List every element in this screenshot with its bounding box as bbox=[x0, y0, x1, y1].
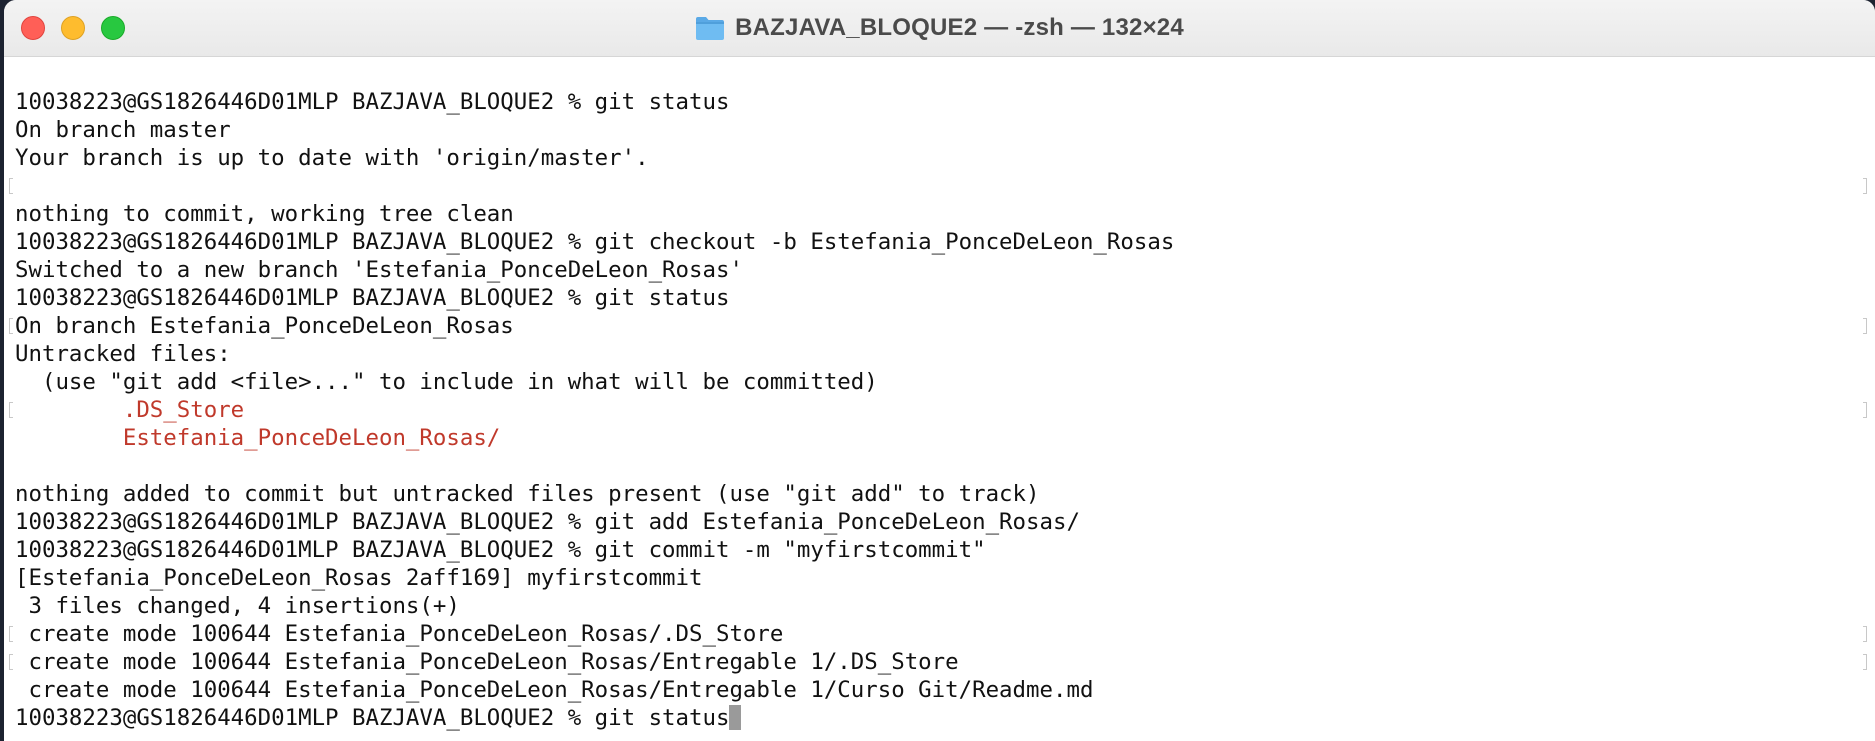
terminal-line-text: 10038223@GS1826446D01MLP BAZJAVA_BLOQUE2… bbox=[15, 285, 730, 311]
folder-icon bbox=[696, 17, 725, 40]
terminal-line-text: On branch master bbox=[15, 117, 231, 143]
line-mark-bracket bbox=[9, 178, 13, 194]
terminal-line-text: 3 files changed, 4 insertions(+) bbox=[15, 593, 460, 619]
terminal-output-area[interactable]: 10038223@GS1826446D01MLP BAZJAVA_BLOQUE2… bbox=[4, 57, 1875, 741]
terminal-line-text: create mode 100644 Estefania_PonceDeLeon… bbox=[15, 677, 1094, 703]
line-mark-bracket bbox=[1863, 318, 1867, 334]
terminal-lines: 10038223@GS1826446D01MLP BAZJAVA_BLOQUE2… bbox=[15, 88, 1174, 732]
terminal-line: On branch master bbox=[15, 116, 1174, 144]
terminal-line: create mode 100644 Estefania_PonceDeLeon… bbox=[15, 620, 1174, 648]
terminal-line-text: 10038223@GS1826446D01MLP BAZJAVA_BLOQUE2… bbox=[15, 229, 1175, 255]
terminal-line: Switched to a new branch 'Estefania_Ponc… bbox=[15, 256, 1174, 284]
line-mark-bracket bbox=[1863, 654, 1867, 670]
terminal-line: Your branch is up to date with 'origin/m… bbox=[15, 144, 1174, 172]
terminal-line: nothing to commit, working tree clean bbox=[15, 200, 1174, 228]
terminal-line-text: Estefania_PonceDeLeon_Rosas/ bbox=[15, 425, 501, 451]
terminal-line: [Estefania_PonceDeLeon_Rosas 2aff169] my… bbox=[15, 564, 1174, 592]
terminal-line: (use "git add <file>..." to include in w… bbox=[15, 368, 1174, 396]
terminal-line-text: On branch Estefania_PonceDeLeon_Rosas bbox=[15, 313, 514, 339]
line-mark-bracket bbox=[9, 318, 13, 334]
terminal-window: BAZJAVA_BLOQUE2 — -zsh — 132×24 10038223… bbox=[4, 0, 1875, 741]
line-mark-bracket bbox=[9, 626, 13, 642]
terminal-line: create mode 100644 Estefania_PonceDeLeon… bbox=[15, 648, 1174, 676]
line-mark-bracket bbox=[1863, 178, 1867, 194]
terminal-line-text: 10038223@GS1826446D01MLP BAZJAVA_BLOQUE2… bbox=[15, 89, 730, 115]
terminal-line-text: .DS_Store bbox=[15, 397, 245, 423]
terminal-line-text: 10038223@GS1826446D01MLP BAZJAVA_BLOQUE2… bbox=[15, 705, 730, 731]
title-bar[interactable]: BAZJAVA_BLOQUE2 — -zsh — 132×24 bbox=[4, 0, 1875, 57]
terminal-line: .DS_Store bbox=[15, 396, 1174, 424]
terminal-line: nothing added to commit but untracked fi… bbox=[15, 480, 1174, 508]
terminal-line: On branch Estefania_PonceDeLeon_Rosas bbox=[15, 312, 1174, 340]
terminal-line-text: create mode 100644 Estefania_PonceDeLeon… bbox=[15, 621, 784, 647]
terminal-line-text: nothing added to commit but untracked fi… bbox=[15, 481, 1040, 507]
terminal-line-text: Untracked files: bbox=[15, 341, 231, 367]
terminal-line: create mode 100644 Estefania_PonceDeLeon… bbox=[15, 676, 1174, 704]
terminal-line-text: nothing to commit, working tree clean bbox=[15, 201, 514, 227]
terminal-line: Estefania_PonceDeLeon_Rosas/ bbox=[15, 424, 1174, 452]
terminal-line: 10038223@GS1826446D01MLP BAZJAVA_BLOQUE2… bbox=[15, 508, 1174, 536]
terminal-line: 10038223@GS1826446D01MLP BAZJAVA_BLOQUE2… bbox=[15, 88, 1174, 116]
terminal-line-text: Switched to a new branch 'Estefania_Ponc… bbox=[15, 257, 743, 283]
terminal-line: 10038223@GS1826446D01MLP BAZJAVA_BLOQUE2… bbox=[15, 284, 1174, 312]
text-cursor bbox=[729, 705, 742, 730]
terminal-line-text: [Estefania_PonceDeLeon_Rosas 2aff169] my… bbox=[15, 565, 703, 591]
terminal-line-text: (use "git add <file>..." to include in w… bbox=[15, 369, 878, 395]
terminal-line-text: 10038223@GS1826446D01MLP BAZJAVA_BLOQUE2… bbox=[15, 537, 986, 563]
terminal-line: 10038223@GS1826446D01MLP BAZJAVA_BLOQUE2… bbox=[15, 228, 1174, 256]
terminal-line-text: Your branch is up to date with 'origin/m… bbox=[15, 145, 649, 171]
line-mark-bracket bbox=[9, 654, 13, 670]
terminal-line-text: create mode 100644 Estefania_PonceDeLeon… bbox=[15, 649, 959, 675]
line-mark-bracket bbox=[9, 402, 13, 418]
terminal-line: Untracked files: bbox=[15, 340, 1174, 368]
line-mark-bracket bbox=[1863, 402, 1867, 418]
terminal-line: 10038223@GS1826446D01MLP BAZJAVA_BLOQUE2… bbox=[15, 536, 1174, 564]
terminal-line: 3 files changed, 4 insertions(+) bbox=[15, 592, 1174, 620]
terminal-line: 10038223@GS1826446D01MLP BAZJAVA_BLOQUE2… bbox=[15, 704, 1174, 732]
line-mark-bracket bbox=[1863, 626, 1867, 642]
window-title-group: BAZJAVA_BLOQUE2 — -zsh — 132×24 bbox=[4, 0, 1875, 56]
terminal-line-text: 10038223@GS1826446D01MLP BAZJAVA_BLOQUE2… bbox=[15, 509, 1080, 535]
window-title: BAZJAVA_BLOQUE2 — -zsh — 132×24 bbox=[735, 14, 1184, 41]
